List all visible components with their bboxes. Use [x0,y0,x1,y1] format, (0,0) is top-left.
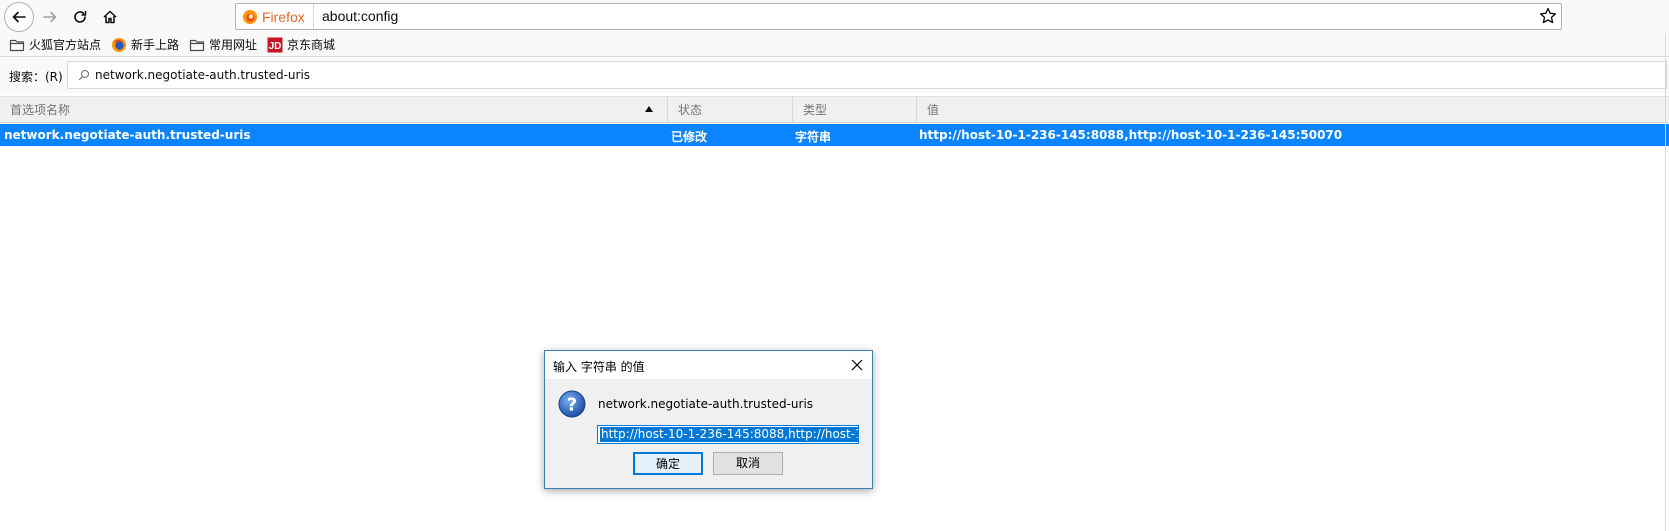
url-text[interactable]: about:config [322,8,398,24]
bookmark-item[interactable]: 常用网址 [189,34,257,56]
ok-button[interactable]: 确定 [633,452,703,475]
column-value-label: 值 [927,103,940,117]
table-row[interactable]: network.negotiate-auth.trusted-uris 已修改 … [0,124,1669,146]
column-type-header[interactable]: 类型 [793,97,917,123]
dialog-message: network.negotiate-auth.trusted-uris [598,397,814,411]
identity-label: Firefox [262,8,305,25]
bookmark-item[interactable]: 火狐官方站点 [9,34,101,56]
bookmark-label: 火狐官方站点 [29,38,102,52]
back-arrow-icon [12,11,26,23]
url-bar[interactable]: Firefox about:config [235,3,1562,30]
bookmark-star-icon[interactable] [1538,6,1558,26]
bookmark-item[interactable]: 新手上路 [111,34,179,56]
home-icon [103,10,117,24]
bookmark-label: 新手上路 [131,38,180,52]
navigation-toolbar: Firefox about:config [0,0,1669,33]
column-status-header[interactable]: 状态 [668,97,793,123]
question-icon: ? [558,390,586,418]
bookmark-item[interactable]: JD 京东商城 [267,34,335,56]
scrollbar-edge [1665,33,1666,531]
sort-ascending-icon [645,106,653,112]
pref-type-cell: 字符串 [795,130,832,144]
bookmark-label: 常用网址 [209,38,258,52]
column-name-label: 首选项名称 [10,103,71,117]
dialog-titlebar[interactable]: 输入 字符串 的值 [545,351,872,379]
dialog-input-text: http://host-10-1-236-145:8088,http://hos… [600,427,858,442]
column-status-label: 状态 [678,103,703,117]
search-value: network.negotiate-auth.trusted-uris [95,68,311,82]
close-icon[interactable] [848,356,866,374]
pref-name-cell: network.negotiate-auth.trusted-uris [4,128,251,142]
column-header: 首选项名称 状态 类型 值 [0,96,1669,123]
search-icon [78,69,90,81]
pref-status-cell: 已修改 [671,130,708,144]
search-row: 搜索：(R) network.negotiate-auth.trusted-ur… [0,58,1669,93]
search-input[interactable]: network.negotiate-auth.trusted-uris [67,61,1667,89]
reload-icon [74,11,87,23]
home-button[interactable] [96,3,124,31]
forward-arrow-icon [43,11,57,23]
back-button[interactable] [4,2,34,32]
edit-string-dialog: 输入 字符串 的值 ? network.negotiate-auth.trust… [544,350,873,489]
identity-box[interactable]: Firefox [236,4,314,29]
firefox-logo-icon [243,9,257,24]
jd-icon: JD [267,37,283,52]
svg-text:JD: JD [269,41,282,52]
bookmarks-toolbar: 火狐官方站点 新手上路 常用网址 JD 京东商城 [0,33,1669,57]
column-name-header[interactable]: 首选项名称 [0,97,668,123]
pref-value-cell: http://host-10-1-236-145:8088,http://hos… [919,128,1343,142]
column-value-header[interactable]: 值 [917,97,1669,123]
bookmark-label: 京东商城 [287,38,336,52]
firefox-icon [112,37,127,52]
dialog-value-input[interactable]: http://host-10-1-236-145:8088,http://hos… [597,425,859,444]
reload-button[interactable] [66,3,94,31]
folder-icon [189,39,205,51]
folder-icon [9,39,25,51]
dialog-title: 输入 字符串 的值 [553,360,645,374]
forward-button[interactable] [36,3,64,31]
column-type-label: 类型 [803,103,828,117]
search-label: 搜索：(R) [9,70,63,84]
svg-text:?: ? [567,395,577,416]
cancel-button[interactable]: 取消 [713,452,783,475]
